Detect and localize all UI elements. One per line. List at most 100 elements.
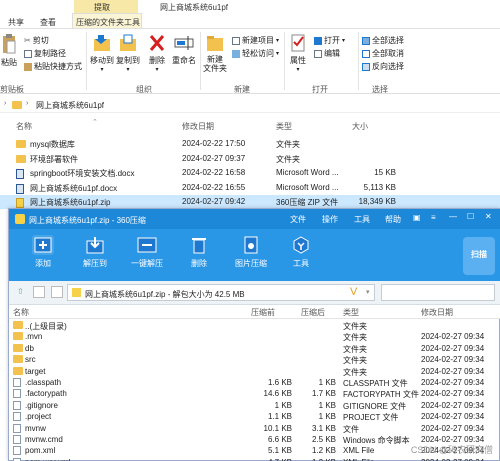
add-button[interactable]: 添加 [23,235,63,269]
easy-access-button[interactable]: 轻松访问 ▾ [232,48,279,59]
zip-column-before[interactable]: 压缩前 [251,307,275,318]
zip-size-before: 1.6 KB [267,378,292,387]
rename-button[interactable]: 重命名 [170,33,198,66]
paste-shortcut-button[interactable]: 粘贴快捷方式 [24,61,82,72]
open-button[interactable]: 打开 ▾ [314,35,345,46]
zip-row[interactable]: ..(上级目录) 文件夹 [9,320,500,332]
file-row[interactable]: mysql数据库 2024-02-22 17:50 文件夹 [0,137,500,151]
close-icon[interactable]: ✕ [485,212,492,221]
one-click-extract-icon [136,235,158,255]
open-icon [314,36,322,45]
paste-shortcut-icon [24,62,32,71]
zip-delete-button[interactable]: 删除 [179,235,219,269]
move-to-icon [94,35,110,51]
zip-row[interactable]: target 文件夹 2024-02-27 09:34 [9,366,500,378]
view-detail-icon[interactable] [51,286,63,298]
rename-label: 重命名 [172,56,196,65]
file-size: 18,349 KB [358,197,396,206]
scan-button[interactable]: 扫描 [463,237,495,275]
select-none-label: 全部取消 [372,49,404,58]
tab-view[interactable]: 查看 [40,17,56,28]
column-size[interactable]: 大小 [352,121,368,132]
new-folder-label: 新建 文件夹 [203,55,227,73]
scissors-icon: ✂ [24,36,31,45]
column-name[interactable]: 名称 [16,121,32,132]
zip-file-modified: 2024-02-27 09:34 [421,378,485,387]
up-arrow-icon[interactable]: ⇧ [17,287,24,296]
menu-tools[interactable]: 工具 [354,214,370,225]
copy-path-button[interactable]: 复制路径 [24,48,66,59]
tools-icon [290,235,312,255]
file-row[interactable]: 环境部署软件 2024-02-27 09:37 文件夹 [0,152,500,166]
file-row[interactable]: springboot环境安装文档.docx 2024-02-22 16:58 Mic… [0,166,500,180]
minimize-icon[interactable]: — [449,212,457,221]
column-type[interactable]: 类型 [276,121,292,132]
skin-icon[interactable]: ▣ [413,213,421,222]
zip-file-type: 文件 [343,424,359,434]
zip-row[interactable]: .mvn 文件夹 2024-02-27 09:34 [9,331,500,343]
maximize-icon[interactable]: ☐ [467,212,474,221]
copy-to-button[interactable]: 复制到 ▾ [116,33,140,73]
zip-file-type: FACTORYPATH 文件 [343,390,419,400]
zip-column-after[interactable]: 压缩后 [301,307,325,318]
delete-button[interactable]: 删除 ▾ [146,33,168,73]
zip-column-name[interactable]: 名称 [13,307,29,318]
zip-row[interactable]: .project PROJECT 文件 2024-02-27 09:34 1.1 KB… [9,411,500,423]
zip-file-name: src [25,355,36,365]
select-all-button[interactable]: 全部选择 [362,35,404,46]
delete-x-icon [149,35,165,51]
zip-column-modified[interactable]: 修改日期 [421,307,453,318]
zip-file-modified: 2024-02-27 09:34 [421,412,485,422]
properties-button[interactable]: 属性 ▾ [288,33,308,73]
zip-path-field[interactable]: 网上商城系统6u1pf.zip - 解包大小为 42.5 MB V ▾ [67,284,375,301]
zip-path-dropdown-icon[interactable]: V [350,286,357,298]
chevron-down-icon[interactable]: ▾ [366,288,370,296]
file-name: 网上商城系统6u1pf.docx [30,183,118,193]
address-bar[interactable]: › › 网上商城系统6u1pf [0,97,500,113]
move-to-button[interactable]: 移动到 ▾ [90,33,114,73]
zip-size-before: 1.1 KB [267,412,292,422]
trash-icon [188,235,210,255]
cut-button[interactable]: ✂ 剪切 [24,35,49,46]
tab-extract[interactable]: 提取 [94,2,110,13]
new-folder-icon [207,36,223,51]
menu-icon[interactable]: ≡ [431,213,436,222]
tab-share[interactable]: 共享 [8,17,24,28]
copy-path-label: 复制路径 [34,49,66,58]
zip-search-input[interactable] [381,284,495,301]
one-click-extract-label: 一键解压 [131,259,163,268]
extract-to-button[interactable]: 解压到 [75,235,115,269]
zip-size-before: 5.1 KB [267,446,292,456]
select-none-button[interactable]: 全部取消 [362,48,404,59]
file-row[interactable]: 网上商城系统6u1pf.zip 2024-02-27 09:42 360压缩 ZIP… [0,195,500,209]
zip-row[interactable]: .classpath CLASSPATH 文件 2024-02-27 09:34 1.… [9,377,500,389]
view-list-icon[interactable] [33,286,45,298]
ribbon-separator [358,32,359,90]
zip-file-name: .factorypath [25,389,67,399]
new-item-button[interactable]: 新建项目 ▾ [232,35,279,46]
menu-file[interactable]: 文件 [290,214,306,225]
zip-column-type[interactable]: 类型 [343,307,359,318]
zip-file-icon [72,288,81,297]
menu-help[interactable]: 帮助 [385,214,401,225]
zip-file-type: 文件夹 [343,367,367,377]
zip-size-after: 1.7 KB [311,389,336,399]
tab-compressed-tools[interactable]: 压缩的文件夹工具 [76,17,140,28]
file-modified: 2024-02-22 16:58 [182,168,246,177]
invert-selection-button[interactable]: 反向选择 [362,61,404,72]
zip-row[interactable]: pom-war.xmlXML File2024-02-27 09:344.7 K… [9,457,500,461]
zip-row[interactable]: src 文件夹 2024-02-27 09:34 [9,354,500,366]
column-modified[interactable]: 修改日期 [182,121,214,132]
zip-row[interactable]: .factorypath FACTORYPATH 文件 2024-02-27 09:… [9,388,500,400]
zip-row[interactable]: db 文件夹 2024-02-27 09:34 [9,343,500,355]
paste-button[interactable]: 粘贴 [0,33,18,68]
image-compress-button[interactable]: 图片压缩 [231,235,271,269]
zip-row[interactable]: .gitignore GITIGNORE 文件 2024-02-27 09:34 1 … [9,400,500,412]
edit-button[interactable]: 编辑 [314,48,340,59]
menu-operate[interactable]: 操作 [322,214,338,225]
one-click-extract-button[interactable]: 一键解压 [127,235,167,269]
new-folder-button[interactable]: 新建 文件夹 [202,33,228,73]
tools-button[interactable]: 工具 [281,235,321,269]
file-row[interactable]: 网上商城系统6u1pf.docx 2024-02-22 16:55 Microsof… [0,181,500,195]
zip-row[interactable]: mvnw 文件 2024-02-27 09:34 10.1 KB 3.1 KB [9,423,500,435]
